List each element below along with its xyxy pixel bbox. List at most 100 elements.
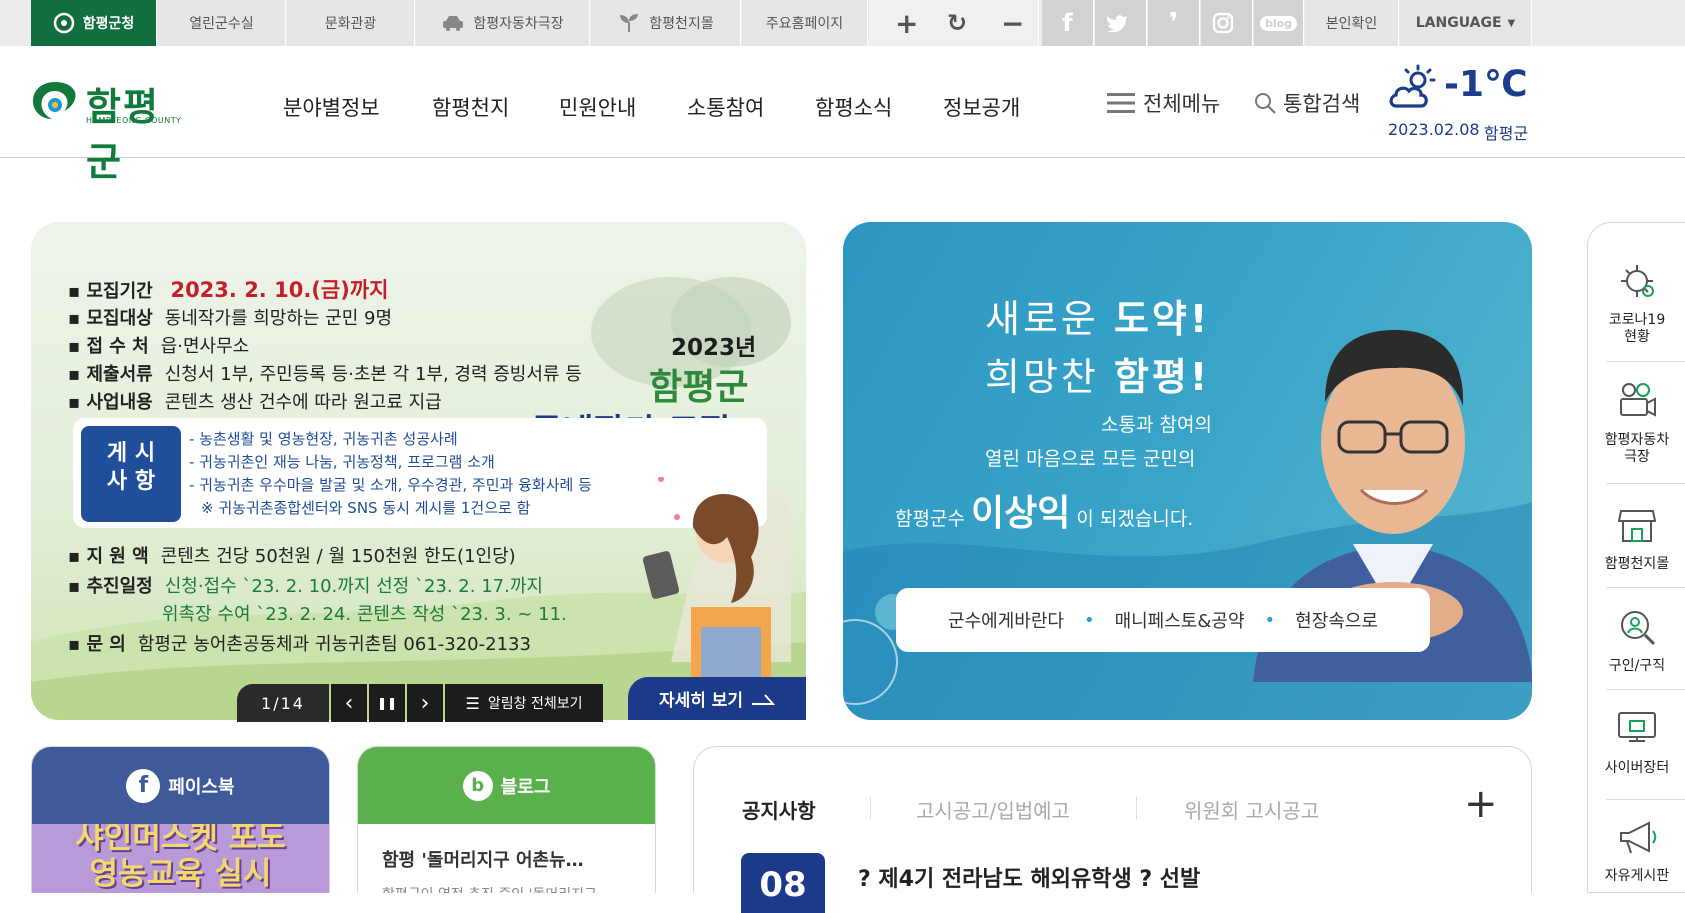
divider (1606, 587, 1685, 588)
view-all-popups-button[interactable]: ☰ 알림창 전체보기 (445, 684, 603, 722)
integrated-search-button[interactable]: 통합검색 (1253, 88, 1360, 118)
mayor-title-text: 함평군수 (895, 508, 971, 530)
tab-culture-tour[interactable]: 문화관광 (287, 0, 415, 46)
facebook-post-image: 샤인머스켓 포도 영농교육 실시 (32, 824, 329, 893)
quick-jobs[interactable]: 구인/구직 (1588, 607, 1685, 675)
zoom-in-button[interactable]: + (895, 7, 918, 40)
link-field[interactable]: 현장속으로 (1295, 607, 1378, 633)
quick-cheonji-mall[interactable]: 함평천지몰 (1588, 505, 1685, 573)
county-emblem-icon (33, 82, 76, 119)
mayor-slogan-line1: 새로운 도약! (985, 288, 1210, 343)
detail-view-button[interactable]: 자세히 보기 (628, 677, 806, 720)
blog-icon[interactable]: blog (1254, 0, 1304, 46)
tab-label: 주요홈페이지 (765, 16, 844, 32)
facebook-icon[interactable]: f (1042, 0, 1094, 46)
writer-character-illustration (642, 477, 771, 687)
banner-title-county: 함평군 (649, 367, 749, 408)
zoom-controls: + ↻ − (869, 0, 1039, 46)
separator-dot: • (1264, 609, 1276, 631)
tab-committee-notice[interactable]: 위원회 고시공고 (1184, 795, 1319, 824)
search-icon (1255, 93, 1276, 114)
nav-news[interactable]: 함평소식 (815, 92, 892, 122)
prev-slide-button[interactable]: ‹ (331, 684, 367, 722)
nav-field-info[interactable]: 분야별정보 (283, 92, 380, 122)
tab-main-sites[interactable]: 주요홈페이지 (742, 0, 868, 46)
info-value: 위촉장 수여 `23. 2. 24. 콘텐츠 작성 `23. 3. ~ 11. (162, 604, 567, 625)
slogan-emphasis: 도약! (1113, 297, 1211, 341)
info-value: 읍·면사무소 (160, 336, 250, 357)
link-to-mayor[interactable]: 군수에게바란다 (948, 607, 1064, 633)
blog-label: 블로그 (500, 776, 551, 798)
mayor-banner[interactable]: 새로운 도약! 희망찬 함평! 소통과 참여의 열린 마음으로 모든 군민의 함… (843, 222, 1532, 720)
next-slide-button[interactable]: › (407, 684, 443, 722)
cyber-market-icon (1618, 712, 1656, 742)
info-key: ▪ 접 수 처 (68, 336, 149, 357)
arrow-icon (752, 693, 776, 705)
weather-temperature: -1℃ (1444, 64, 1528, 105)
partly-cloudy-icon (1389, 64, 1436, 108)
tab-public-notice[interactable]: 고시공고/입법예고 (916, 795, 1070, 824)
separator-dot: • (1083, 609, 1095, 631)
main-popup-banner[interactable]: ▪ 모집기간 2023. 2. 10.(금)까지 ▪ 모집대상 동네작가를 희망하… (31, 222, 806, 720)
divider (1606, 799, 1685, 800)
nav-info-disclosure[interactable]: 정보공개 (943, 92, 1020, 122)
mayor-name: 이상익 (970, 493, 1071, 534)
all-menu-label: 전체메뉴 (1143, 92, 1221, 116)
megaphone-icon (1620, 821, 1657, 854)
language-select[interactable]: LANGUAGE ▼ (1400, 0, 1532, 46)
projector-icon (1620, 383, 1656, 417)
info-key: ▪ 추진일정 (68, 576, 153, 597)
quick-free-board[interactable]: 자유게시판 (1588, 817, 1685, 885)
nav-hampyeong-cheonji[interactable]: 함평천지 (432, 92, 509, 122)
facebook-card[interactable]: f 페이스북 샤인머스켓 포도 영농교육 실시 (31, 746, 330, 893)
tab-drive-in-theater[interactable]: 함평자동차극장 (416, 0, 590, 46)
info-row-business: ▪ 사업내용 콘텐츠 생산 건수에 따라 원고료 지급 (68, 388, 442, 414)
info-key: ▪ 사업내용 (68, 392, 153, 413)
facebook-image-text: 샤인머스켓 포도 영농교육 실시 (75, 824, 286, 892)
slide-counter: 1/14 (237, 684, 329, 722)
quick-cyber-market[interactable]: 사이버장터 (1588, 709, 1685, 777)
quick-label: 함평자동차 극장 (1604, 432, 1670, 465)
magnifier-person-icon (1621, 611, 1656, 646)
tab-hampyeong-gun[interactable]: 함평군청 (31, 0, 157, 53)
instagram-icon[interactable] (1201, 0, 1253, 46)
tab-notice[interactable]: 공지사항 (742, 795, 816, 824)
zoom-reset-button[interactable]: ↻ (947, 9, 967, 37)
zoom-out-button[interactable]: − (1001, 7, 1024, 40)
identity-verify-link[interactable]: 본인확인 (1305, 0, 1399, 46)
site-logo[interactable]: 함평군 HAMPYEONG COUNTY (30, 76, 190, 184)
logo-text: 함평군 (86, 85, 160, 184)
quick-label: 사이버장터 (1604, 760, 1670, 776)
notice-more-button[interactable]: + (1464, 781, 1498, 827)
divider (1606, 689, 1685, 690)
pause-slide-button[interactable]: ❚❚ (369, 684, 405, 722)
tab-open-office[interactable]: 열린군수실 (158, 0, 286, 46)
site-header: 함평군 HAMPYEONG COUNTY 분야별정보 함평천지 민원안내 소통참… (0, 46, 1685, 184)
twitter-icon[interactable] (1095, 0, 1147, 46)
link-manifesto[interactable]: 매니페스토&공약 (1115, 607, 1245, 633)
blog-b-icon: b (462, 770, 493, 801)
blog-post: 함평 '돌머리지구 어촌뉴… 함평군이 역점 추진 중인 '돌머리지구 (358, 824, 655, 893)
tab-cheonji-mall[interactable]: 함평천지몰 (591, 0, 741, 46)
quick-label: 자유게시판 (1604, 868, 1670, 884)
nav-civil-service[interactable]: 민원안내 (559, 92, 636, 122)
divider (1136, 797, 1137, 819)
mayor-text-line4: 열린 마음으로 모든 군민의 (985, 448, 1196, 470)
quick-drive-in-theater[interactable]: 함평자동차 극장 (1588, 381, 1685, 466)
nav-communication[interactable]: 소통참여 (687, 92, 764, 122)
quick-covid19[interactable]: 코로나19 현황 (1588, 261, 1685, 346)
info-value: 콘텐츠 건당 50천원 / 월 150천원 한도(1인당) (160, 546, 516, 567)
all-menu-button[interactable]: 전체메뉴 (1107, 88, 1220, 118)
kakaostory-icon[interactable]: ❜ (1148, 0, 1200, 46)
info-value: 2023. 2. 10.(금)까지 (170, 278, 389, 302)
quick-label: 구인/구직 (1608, 658, 1666, 674)
virus-icon (1621, 265, 1654, 297)
info-value: 신청·접수 `23. 2. 10.까지 선정 `23. 2. 17.까지 (164, 576, 543, 597)
blog-card[interactable]: b 블로그 함평 '돌머리지구 어촌뉴… 함평군이 역점 추진 중인 '돌머리지… (357, 746, 656, 893)
mayor-text-line5: 함평군수 이상익 이 되겠습니다. (895, 484, 1193, 536)
info-key: ▪ 지 원 액 (68, 546, 149, 567)
mayor-pledge-text: 이 되겠습니다. (1070, 508, 1194, 530)
notice-first-title[interactable]: ? 제4기 전라남도 해외유학생 ? 선발 (858, 861, 1200, 893)
notice-line: - 귀농귀촌인 재능 나눔, 귀농정책, 프로그램 소개 (189, 453, 495, 471)
weather-location: 함평군 (1484, 124, 1529, 143)
